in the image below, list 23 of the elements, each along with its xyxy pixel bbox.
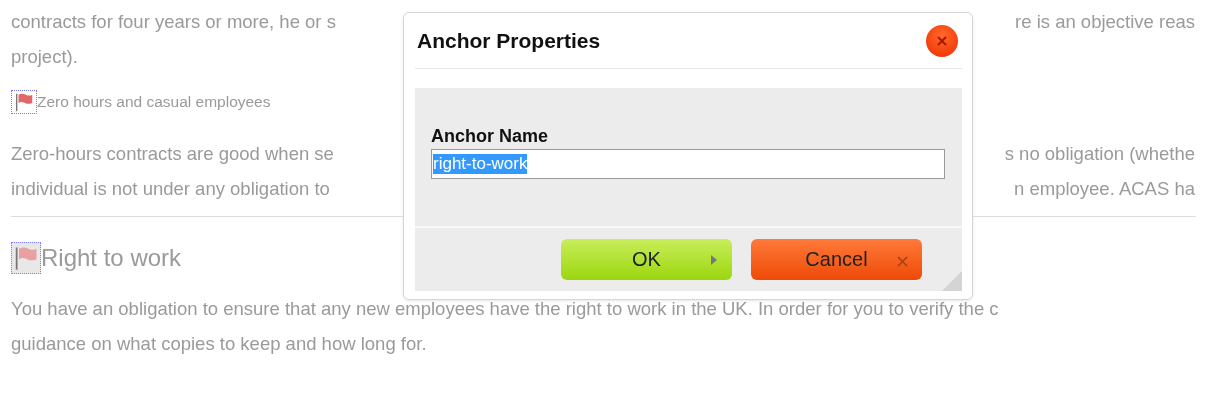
anchor-flag-icon xyxy=(11,90,37,114)
anchor-flag-icon xyxy=(11,242,41,274)
close-button[interactable] xyxy=(926,24,958,57)
close-icon xyxy=(936,34,948,47)
paragraph-text: project). xyxy=(11,45,78,68)
paragraph-text: individual is not under any obligation to xyxy=(11,177,330,200)
close-icon xyxy=(897,256,908,267)
dialog-title: Anchor Properties xyxy=(417,28,601,53)
paragraph-text: contracts for four years or more, he or s xyxy=(11,10,336,33)
section-heading: Right to work xyxy=(41,244,182,272)
paragraph-text: You have an obligation to ensure that any new employees have the right to work in the UK. In order for you to verify the c xyxy=(11,297,999,320)
anchor-name-field[interactable]: right-to-work xyxy=(431,149,945,179)
paragraph-text: n employee. ACAS ha xyxy=(1014,177,1195,200)
paragraph-text: s no obligation (whethe xyxy=(1004,142,1195,165)
field-label: Anchor Name xyxy=(431,126,550,147)
section-label: Zero hours and casual employees xyxy=(37,93,271,111)
resize-grip-icon[interactable] xyxy=(942,271,962,291)
ok-button[interactable]: OK xyxy=(561,239,732,280)
play-icon xyxy=(710,254,718,266)
paragraph-text: Zero-hours contracts are good when se xyxy=(11,142,334,165)
paragraph-text: re is an objective reas xyxy=(1015,10,1195,33)
cancel-button[interactable]: Cancel xyxy=(751,239,922,280)
paragraph-text: guidance on what copies to keep and how long for. xyxy=(11,332,427,355)
